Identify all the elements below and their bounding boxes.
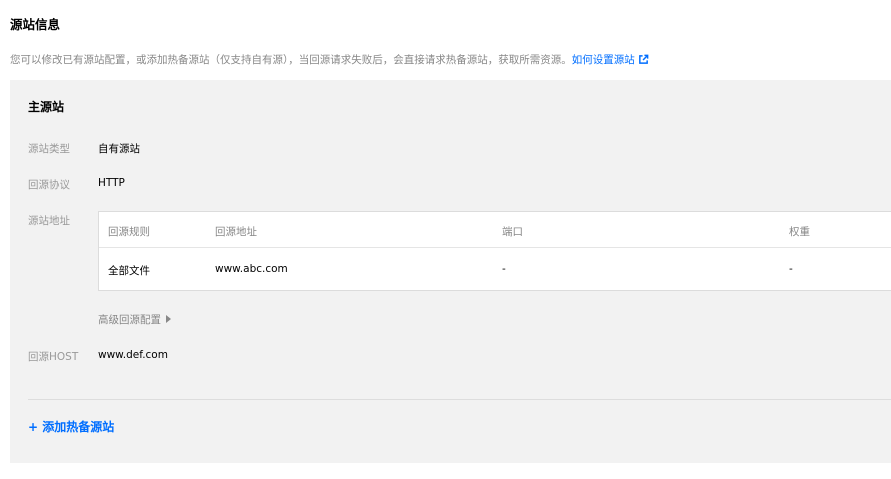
origin-type-label: 源站类型 — [28, 143, 70, 155]
primary-origin-panel: 主源站 源站类型 自有源站 回源协议 HTTP 源站地址 回源规则 回源地址 端… — [10, 80, 891, 463]
column-header-weight: 权重 — [789, 226, 810, 238]
primary-origin-title: 主源站 — [28, 100, 65, 114]
table-header: 回源规则 回源地址 端口 权重 — [99, 212, 891, 248]
page-description: 您可以修改已有源站配置，或添加热备源站（仅支持自有源），当回源请求失败后，会直接… — [10, 52, 649, 67]
host-label: 回源HOST — [28, 351, 79, 363]
column-header-rule: 回源规则 — [108, 226, 150, 238]
cell-address: www.abc.com — [215, 263, 288, 275]
column-header-port: 端口 — [502, 226, 523, 238]
protocol-value: HTTP — [98, 177, 125, 189]
host-value: www.def.com — [98, 349, 168, 361]
help-link-label: 如何设置源站 — [571, 54, 635, 66]
advanced-config-label: 高级回源配置 — [98, 314, 161, 326]
origin-type-value: 自有源站 — [98, 143, 140, 155]
caret-right-icon — [166, 315, 171, 323]
column-header-address: 回源地址 — [215, 226, 257, 238]
external-link-icon — [638, 54, 649, 64]
table-row: 全部文件 www.abc.com - - — [99, 248, 891, 291]
advanced-config-toggle[interactable]: 高级回源配置 — [98, 312, 171, 327]
protocol-label: 回源协议 — [28, 179, 70, 191]
divider — [28, 399, 891, 400]
description-text: 您可以修改已有源站配置，或添加热备源站（仅支持自有源），当回源请求失败后，会直接… — [10, 54, 572, 66]
cell-weight: - — [789, 263, 793, 275]
page-title: 源站信息 — [10, 17, 61, 32]
add-backup-origin-button[interactable]: + 添加热备源站 — [28, 418, 114, 435]
help-link[interactable]: 如何设置源站 — [572, 54, 649, 66]
cell-port: - — [502, 263, 506, 275]
origin-address-table: 回源规则 回源地址 端口 权重 全部文件 www.abc.com - - — [98, 211, 891, 291]
origin-address-label: 源站地址 — [28, 215, 70, 227]
cell-rule: 全部文件 — [108, 265, 150, 277]
